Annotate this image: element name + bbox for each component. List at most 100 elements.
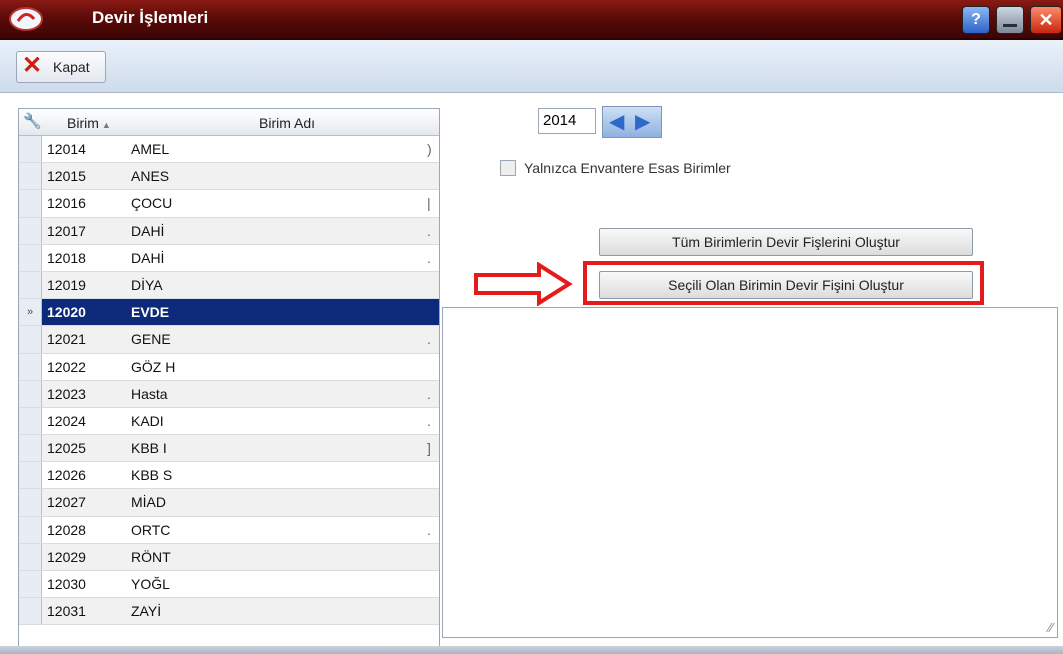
close-button[interactable]: ✕ Kapat [16, 51, 106, 83]
row-indicator-icon: » [19, 299, 42, 326]
toolbar: ✕ Kapat [0, 40, 1063, 93]
row-code: 12015 [47, 168, 86, 185]
row-code: 12019 [47, 276, 86, 293]
inventory-only-checkbox[interactable] [500, 160, 516, 176]
row-indicator-icon [19, 489, 42, 516]
row-code: 12031 [47, 603, 86, 620]
table-row[interactable]: 12016 ÇOCU | [19, 190, 439, 218]
row-name: ÇOCU [131, 195, 173, 212]
row-indicator-icon [19, 571, 42, 598]
minimize-icon[interactable] [996, 6, 1024, 34]
year-spinner[interactable]: ◀ ▶ [602, 106, 662, 138]
row-trailing-mark: . [427, 249, 431, 266]
row-indicator-icon [19, 136, 42, 163]
row-indicator-icon [19, 516, 42, 543]
help-icon[interactable]: ? [962, 6, 990, 34]
units-grid: 🔧 Birim ▲ Birim Adı 12014 AMEL) 12015 ANES 12… [18, 108, 440, 648]
bottom-border [0, 646, 1063, 654]
table-row[interactable]: 12029 RÖNT [19, 543, 439, 571]
row-indicator-icon [19, 462, 42, 489]
wrench-icon[interactable]: 🔧 [23, 112, 42, 130]
resize-grip-icon[interactable]: ⁄⁄ [1049, 620, 1053, 635]
row-indicator-icon [19, 543, 42, 570]
grid-header: 🔧 Birim ▲ Birim Adı [19, 109, 439, 136]
row-name: MİAD [131, 494, 166, 511]
row-code: 12018 [47, 249, 86, 266]
row-name: DAHİ [131, 249, 165, 266]
row-name: Hasta [131, 385, 168, 402]
row-code: 12026 [47, 467, 86, 484]
title-bar: Devir İşlemleri ? ✕ [0, 0, 1063, 40]
row-trailing-mark: | [427, 195, 431, 212]
table-row[interactable]: 12026 KBB S [19, 462, 439, 490]
app-logo-icon [9, 7, 43, 31]
row-name: KBB S [131, 467, 173, 484]
row-code: 12028 [47, 521, 86, 538]
result-textarea[interactable]: ⁄⁄ [442, 307, 1058, 638]
table-row[interactable]: 12021 GENE. [19, 326, 439, 354]
row-indicator-icon [19, 217, 42, 244]
row-indicator-icon [19, 435, 42, 462]
row-code: 12016 [47, 195, 86, 212]
row-code: 12027 [47, 494, 86, 511]
row-code: 12030 [47, 576, 86, 592]
row-trailing-mark: . [427, 521, 431, 538]
row-indicator-icon [19, 353, 42, 380]
row-code: 12025 [47, 440, 86, 457]
row-trailing-mark: . [427, 412, 431, 429]
arrow-right-icon[interactable]: ▶ [635, 109, 650, 134]
row-name: KBB I [131, 440, 167, 457]
row-indicator-icon [19, 407, 42, 435]
table-row[interactable]: » 12020 EVDE [19, 299, 439, 327]
window-title: Devir İşlemleri [92, 8, 209, 27]
row-name: EVDE [131, 304, 170, 321]
row-code: 12017 [47, 222, 86, 239]
row-trailing-mark: . [427, 331, 431, 348]
row-name: GÖZ H [131, 358, 176, 375]
table-row[interactable]: 12025 KBB I] [19, 435, 439, 463]
row-code: 12024 [47, 412, 86, 429]
grid-rows: 12014 AMEL) 12015 ANES 12016 ÇOCU | 12017 DAHİ. 1… [19, 136, 439, 626]
close-x-icon: ✕ [22, 52, 43, 79]
arrow-left-icon[interactable]: ◀ [609, 109, 624, 134]
close-window-icon[interactable]: ✕ [1030, 6, 1062, 34]
row-code: 12021 [47, 331, 86, 348]
table-row[interactable]: 12018 DAHİ. [19, 244, 439, 272]
row-code: 12020 [47, 304, 86, 321]
create-all-transfer-slips-button[interactable]: Tüm Birimlerin Devir Fişlerini Oluştur [599, 228, 973, 256]
table-row[interactable]: 12027 MİAD [19, 489, 439, 517]
highlight-box [583, 261, 984, 305]
table-row[interactable]: 12017 DAHİ. [19, 217, 439, 245]
row-trailing-mark: . [427, 222, 431, 239]
row-indicator-icon [19, 380, 42, 407]
row-code: 12014 [47, 141, 86, 157]
table-row[interactable]: 12015 ANES [19, 163, 439, 191]
row-name: ANES [131, 168, 170, 185]
row-name: YOĞL [131, 576, 170, 592]
column-header-birim-adi[interactable]: Birim Adı [259, 115, 315, 131]
table-row[interactable]: 12024 KADI. [19, 407, 439, 436]
row-code: 12029 [47, 548, 86, 565]
row-name: RÖNT [131, 548, 171, 565]
table-row[interactable]: 12022 GÖZ H [19, 353, 439, 381]
row-trailing-mark: . [427, 385, 431, 402]
row-name: GENE [131, 331, 171, 348]
row-indicator-icon [19, 326, 42, 353]
table-row[interactable]: 12030 YOĞL [19, 571, 439, 599]
sort-asc-icon: ▲ [101, 120, 111, 130]
row-trailing-mark: ) [427, 141, 432, 157]
year-input[interactable]: 2014 [538, 108, 596, 134]
table-row[interactable]: 12028 ORTC. [19, 516, 439, 544]
table-row[interactable]: 12019 DİYA [19, 271, 439, 300]
row-name: DİYA [131, 276, 163, 293]
row-indicator-icon [19, 190, 42, 217]
row-name: ORTC [131, 521, 171, 538]
table-row[interactable]: 12031 ZAYİ [19, 598, 439, 626]
table-row[interactable]: 12014 AMEL) [19, 136, 439, 164]
close-button-label: Kapat [53, 59, 90, 75]
row-trailing-mark: ] [427, 440, 431, 457]
table-row[interactable]: 12023 Hasta. [19, 380, 439, 408]
row-name: AMEL [131, 141, 170, 157]
column-header-birim[interactable]: Birim ▲ [67, 115, 111, 131]
row-indicator-icon [19, 244, 42, 271]
